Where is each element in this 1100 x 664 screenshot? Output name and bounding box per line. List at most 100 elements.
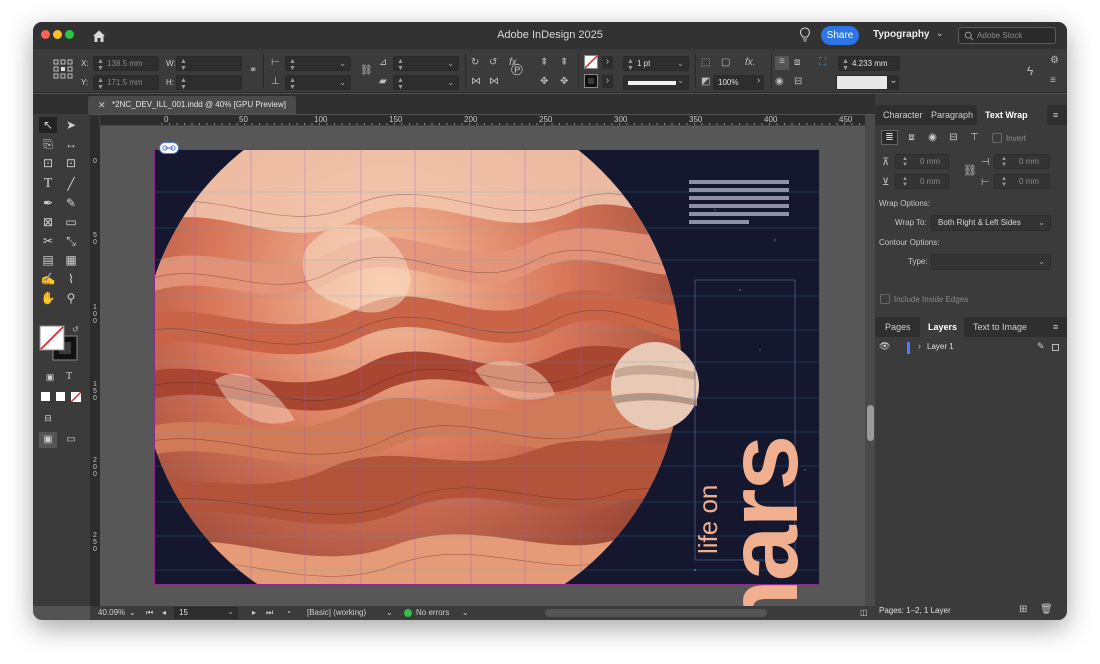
wrap-to-select[interactable]: Both Right & Left Sides ⌄ xyxy=(931,215,1051,231)
stroke-type-field[interactable]: ⌄ xyxy=(623,75,689,90)
title-mars[interactable]: mars xyxy=(707,408,853,606)
scale-x-field[interactable]: ▲ ▼ ⌄ xyxy=(285,56,351,72)
shear-field[interactable]: ▲ ▼ ⌄ xyxy=(393,75,459,91)
eyedropper-tool-icon[interactable]: ⌇ xyxy=(62,271,80,287)
tab-layers[interactable]: Layers xyxy=(920,317,964,337)
tab-pages[interactable]: Pages xyxy=(877,317,919,337)
trash-icon[interactable]: 🗑 xyxy=(1040,604,1053,615)
apply-none-icon[interactable] xyxy=(71,392,81,402)
invert-checkbox[interactable] xyxy=(992,133,1002,143)
panel-menu-icon[interactable]: ≡ xyxy=(1051,105,1067,125)
text-format-icon[interactable]: T xyxy=(60,369,78,385)
preflight-errors[interactable]: No errors xyxy=(416,607,449,619)
text-frame-icon[interactable]: ℗ xyxy=(511,63,523,79)
select-next-icon[interactable]: ✥ xyxy=(560,76,568,88)
rectangle-tool-icon[interactable]: ▭ xyxy=(62,214,80,230)
gradient-feather-tool-icon[interactable]: ▦ xyxy=(62,252,80,268)
layer-row[interactable]: 👁 › Layer 1 ✎ xyxy=(875,341,1067,355)
pen-tool-icon[interactable]: ✒ xyxy=(39,195,57,211)
h-field[interactable]: ▲ ▼ xyxy=(176,75,242,91)
dimension-field[interactable]: ▲ ▼ 4.233 mm xyxy=(838,56,900,72)
scrollbar-thumb[interactable] xyxy=(867,405,874,441)
tab-paragraph[interactable]: Paragraph xyxy=(923,105,975,125)
chevron-down-icon[interactable]: ⌄ xyxy=(386,607,393,619)
flip-vertical-icon[interactable]: ⋈ xyxy=(489,76,499,88)
select-container-icon[interactable]: ⇞ xyxy=(540,57,548,69)
selection-tool-icon[interactable]: ↖ xyxy=(39,117,57,133)
fill-menu-icon[interactable]: › xyxy=(602,56,613,69)
tab-text-to-image[interactable]: Text to Image xyxy=(965,317,1045,337)
pen-icon[interactable]: ✎ xyxy=(1037,341,1045,352)
wrap-bounding-icon[interactable]: ⧈ xyxy=(794,57,800,69)
rotate-ccw-icon[interactable]: ↺ xyxy=(489,57,497,69)
x-field[interactable]: ▲ ▼ 138.5 mm xyxy=(93,56,159,72)
contour-type-select[interactable]: ⌄ xyxy=(931,254,1051,270)
rotation-field[interactable]: ▲ ▼ ⌄ xyxy=(393,56,459,72)
chevron-down-icon[interactable]: ⌄ xyxy=(462,607,469,619)
chevron-down-icon[interactable]: ⌄ xyxy=(129,607,136,619)
frame-fitting-icon[interactable]: ⬚ xyxy=(701,57,710,69)
content-placer-icon[interactable]: ⊡ xyxy=(62,155,80,171)
scale-x-icon[interactable]: ⊢ xyxy=(271,57,280,69)
wrap-jump-icon[interactable]: ⊟ xyxy=(794,76,802,88)
page-tool-icon[interactable]: ⎘ xyxy=(39,136,57,152)
last-page-icon[interactable]: ⏭ xyxy=(266,607,273,619)
w-field[interactable]: ▲ ▼ xyxy=(176,56,242,72)
page-number-field[interactable]: 15 ⌄ xyxy=(174,607,238,619)
style-swatch[interactable] xyxy=(836,75,888,90)
style-menu-icon[interactable]: ⌄ xyxy=(888,75,899,90)
link-scale-icon[interactable]: ⛓ xyxy=(360,65,373,77)
hand-tool-icon[interactable]: ✋ xyxy=(39,290,57,306)
y-field[interactable]: ▲ ▼ 171.5 mm xyxy=(93,75,159,91)
wrap-bounding-box-icon[interactable]: ⧈ xyxy=(903,130,920,145)
shear-icon[interactable]: ▰ xyxy=(379,76,387,88)
reference-point-icon[interactable] xyxy=(52,58,74,80)
menu-icon[interactable]: ≡ xyxy=(1050,75,1056,87)
link-offsets-icon[interactable]: ⛓ xyxy=(963,164,977,177)
apply-gradient-icon[interactable] xyxy=(56,392,65,401)
document-page[interactable]: mars life on xyxy=(154,142,820,606)
share-button[interactable]: Share xyxy=(821,26,859,45)
pencil-tool-icon[interactable]: ✎ xyxy=(62,195,80,211)
wrap-next-column-icon[interactable]: ⊤ xyxy=(966,130,983,145)
gradient-swatch-tool-icon[interactable]: ▤ xyxy=(39,252,57,268)
opacity-menu-icon[interactable]: › xyxy=(753,75,764,90)
close-icon[interactable]: ✕ xyxy=(98,96,106,114)
flip-horizontal-icon[interactable]: ⋈ xyxy=(471,76,481,88)
stroke-weight-field[interactable]: ▲ ▼ 1 pt ⌄ xyxy=(623,56,689,72)
auto-fit-icon[interactable]: ⛶ xyxy=(819,57,826,69)
panel-menu-icon[interactable]: ≡ xyxy=(1051,317,1067,337)
chevron-down-icon[interactable]: ⌄ xyxy=(936,28,944,39)
fill-stroke-swatches-icon[interactable]: ↺ xyxy=(39,324,81,364)
gap-tool-icon[interactable]: ↔ xyxy=(62,136,80,152)
wrap-text-icon[interactable]: ≡ xyxy=(775,56,789,70)
bottom-offset-field[interactable]: ▲ ▼ 0 mm xyxy=(895,174,949,189)
vertical-ruler[interactable]: 0 50 100 150 200 250 xyxy=(90,126,100,606)
include-inside-edges-checkbox[interactable] xyxy=(880,294,890,304)
ruler-origin[interactable] xyxy=(90,115,100,126)
eye-icon[interactable]: 👁 xyxy=(879,341,890,352)
constrain-proportions-icon[interactable]: ⚭ xyxy=(249,65,257,77)
scale-y-icon[interactable]: ⊥ xyxy=(271,76,280,88)
horizontal-ruler[interactable]: 0 50 100 150 200 250 300 350 400 450 xyxy=(100,115,865,126)
document-tab[interactable]: ✕ *2NC_DEV_ILL_001.indd @ 40% [GPU Previ… xyxy=(88,96,296,114)
scissors-tool-icon[interactable]: ✂ xyxy=(39,233,57,249)
select-previous-icon[interactable]: ✥ xyxy=(540,76,548,88)
wrap-jump-object-icon[interactable]: ⊟ xyxy=(945,130,962,145)
link-badge-icon[interactable] xyxy=(159,142,179,154)
select-content-icon[interactable]: ⇞ xyxy=(560,57,568,69)
note-tool-icon[interactable]: ✍ xyxy=(39,271,57,287)
adobe-stock-search[interactable]: Adobe Stock xyxy=(958,27,1056,44)
workspace-switcher[interactable]: Typography xyxy=(873,29,929,40)
stroke-swatch-icon[interactable] xyxy=(584,74,598,88)
next-page-icon[interactable]: ▸ xyxy=(252,607,256,619)
line-tool-icon[interactable]: ╱ xyxy=(62,176,80,192)
chevron-down-icon[interactable]: ⌄ xyxy=(227,607,234,616)
fit-content-icon[interactable]: ▢ xyxy=(721,57,730,69)
quick-actions-icon[interactable]: ϟ xyxy=(1027,65,1033,77)
chevron-right-icon[interactable]: › xyxy=(918,341,921,351)
pasteboard[interactable]: mars life on xyxy=(100,126,865,606)
zoom-level[interactable]: 40.09% xyxy=(98,607,125,619)
stepper-icon[interactable]: ▲ ▼ xyxy=(97,77,104,91)
scale-y-field[interactable]: ▲ ▼ ⌄ xyxy=(285,75,351,91)
